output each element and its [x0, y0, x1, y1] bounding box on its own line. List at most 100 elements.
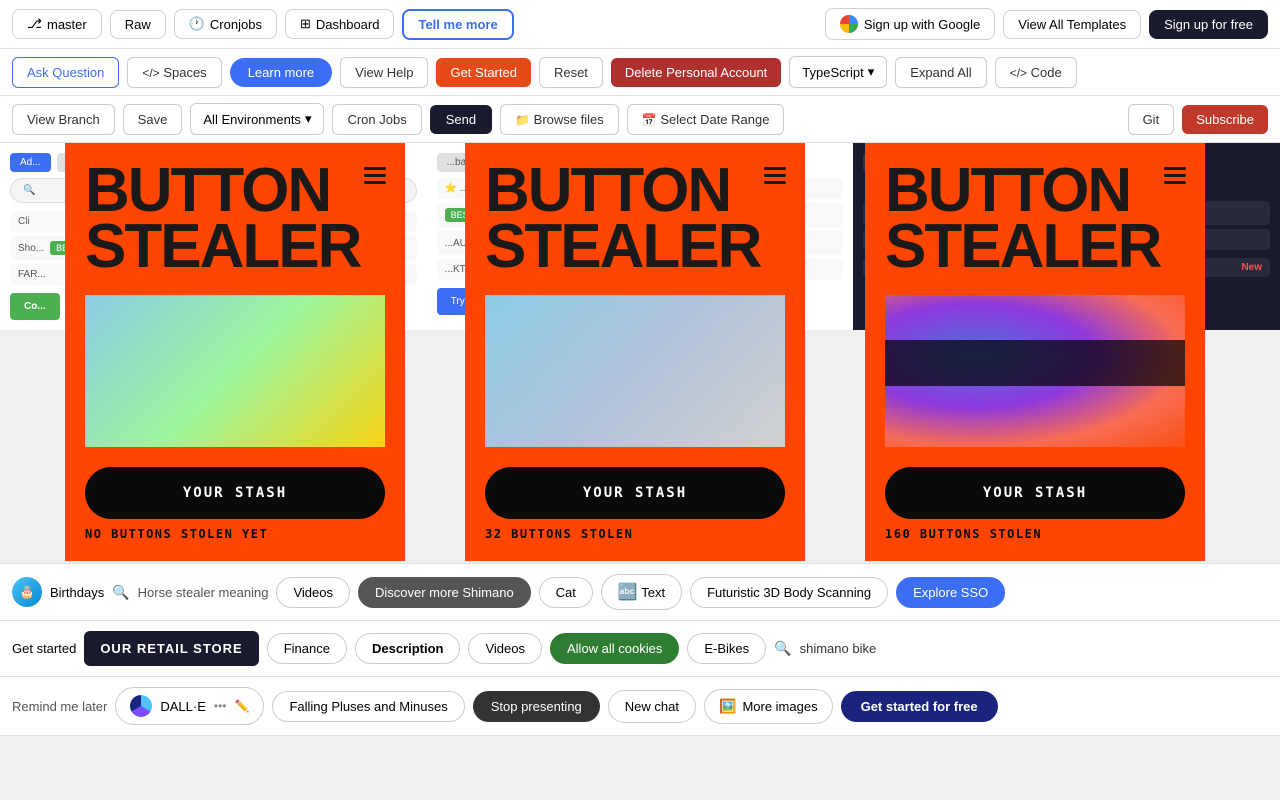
cards-section: Ad... ...templates 🔍 Cli Sho... BEST FAR…: [0, 143, 1280, 563]
code-button[interactable]: </> Code: [995, 57, 1077, 88]
save-button[interactable]: Save: [123, 104, 183, 135]
your-stash-btn-3[interactable]: YOUR STASH: [885, 467, 1185, 519]
stolen-count-3: 160 BUTTONS STOLEN: [885, 527, 1185, 541]
your-stash-btn-2[interactable]: YOUR STASH: [485, 467, 785, 519]
card-title-3: BUTTON STEALER: [885, 163, 1160, 275]
sign-up-google-button[interactable]: Sign up with Google: [825, 8, 995, 40]
stop-presenting-button[interactable]: Stop presenting: [473, 691, 600, 722]
stealer-card-2: BUTTON STEALER YOUR STASH 32 BUTTONS STO…: [465, 143, 805, 561]
bottom-bar-3: Remind me later DALL·E ••• ✏️ Falling Pl…: [0, 677, 1280, 736]
send-button[interactable]: Send: [430, 105, 492, 134]
typescript-label: TypeScript: [802, 65, 863, 80]
learn-more-button[interactable]: Learn more: [230, 58, 332, 87]
select-date-range-button[interactable]: 📅 Select Date Range: [627, 104, 785, 135]
view-help-label: View Help: [355, 65, 413, 80]
view-branch-label: View Branch: [27, 112, 100, 127]
cronjobs-label: Cronjobs: [210, 17, 262, 32]
birthdays-avatar: 🎂: [12, 577, 42, 607]
grid-icon: ⊞: [300, 16, 311, 32]
bg-add-btn: Ad...: [10, 153, 51, 172]
sign-up-free-label: Sign up for free: [1164, 17, 1253, 32]
translate-icon: 🔤: [618, 584, 638, 601]
spaces-button[interactable]: </> Spaces: [127, 57, 221, 88]
ask-question-label: Ask Question: [27, 65, 104, 80]
calendar-icon: 📅: [642, 113, 657, 127]
new-chat-button[interactable]: New chat: [608, 690, 696, 723]
view-help-button[interactable]: View Help: [340, 57, 428, 88]
send-label: Send: [446, 112, 476, 127]
card-image-2: [485, 295, 785, 447]
master-button[interactable]: ⎇ master: [12, 9, 102, 39]
all-environments-label: All Environments: [203, 112, 301, 127]
hamburger-menu-2[interactable]: [760, 163, 790, 188]
expand-all-button[interactable]: Expand All: [895, 57, 986, 88]
tell-me-more-button[interactable]: Tell me more: [402, 9, 513, 40]
ask-question-button[interactable]: Ask Question: [12, 57, 119, 88]
search-text: Horse stealer meaning: [138, 585, 269, 600]
git-button[interactable]: Git: [1128, 104, 1175, 135]
spaces-label: Spaces: [163, 65, 206, 80]
text-btn[interactable]: 🔤 Text: [601, 574, 682, 610]
stolen-count-2: 32 BUTTONS STOLEN: [485, 527, 785, 541]
view-all-templates-label: View All Templates: [1018, 17, 1126, 32]
dall-e-label: DALL·E: [160, 699, 206, 714]
dall-e-box: DALL·E ••• ✏️: [115, 687, 264, 725]
code-brackets-icon: </>: [1010, 66, 1027, 80]
dall-e-avatar: [130, 695, 152, 717]
browse-files-button[interactable]: 📁 Browse files: [500, 104, 619, 135]
delete-account-button[interactable]: Delete Personal Account: [611, 58, 781, 87]
discover-shimano-btn[interactable]: Discover more Shimano: [358, 577, 531, 608]
dashboard-button[interactable]: ⊞ Dashboard: [285, 9, 395, 39]
ebikes-btn[interactable]: E-Bikes: [687, 633, 766, 664]
reset-button[interactable]: Reset: [539, 57, 603, 88]
stealer-card-1: BUTTON STEALER YOUR STASH NO BUTTONS STO…: [65, 143, 405, 561]
cat-btn[interactable]: Cat: [539, 577, 593, 608]
finance-btn[interactable]: Finance: [267, 633, 347, 664]
allow-cookies-btn[interactable]: Allow all cookies: [550, 633, 679, 664]
subscribe-button[interactable]: Subscribe: [1182, 105, 1268, 134]
calendar-icon: 📁: [515, 113, 530, 127]
all-environments-dropdown[interactable]: All Environments ▾: [190, 103, 324, 135]
description-btn[interactable]: Description: [355, 633, 461, 664]
hamburger-menu-1[interactable]: [360, 163, 390, 188]
edit-icon: ✏️: [235, 699, 250, 713]
reset-label: Reset: [554, 65, 588, 80]
videos-btn[interactable]: Videos: [276, 577, 350, 608]
top-bar: ⎇ master Raw 🕐 Cronjobs ⊞ Dashboard Tell…: [0, 0, 1280, 49]
search-icon-2: 🔍: [774, 640, 791, 657]
more-images-button[interactable]: 🖼️ More images: [704, 689, 833, 724]
view-all-templates-button[interactable]: View All Templates: [1003, 10, 1141, 39]
cron-jobs-label: Cron Jobs: [347, 112, 406, 127]
card-header-3: BUTTON STEALER: [885, 163, 1185, 275]
second-bar: Ask Question </> Spaces Learn more View …: [0, 49, 1280, 96]
videos-btn-2[interactable]: Videos: [468, 633, 542, 664]
raw-button[interactable]: Raw: [110, 10, 166, 39]
hamburger-menu-3[interactable]: [1160, 163, 1190, 188]
card-header-1: BUTTON STEALER: [85, 163, 385, 275]
card-image-3: [885, 295, 1185, 447]
futuristic-btn[interactable]: Futuristic 3D Body Scanning: [690, 577, 888, 608]
card-header-2: BUTTON STEALER: [485, 163, 785, 275]
get-started-text: Get started: [12, 641, 76, 656]
explore-sso-btn[interactable]: Explore SSO: [896, 577, 1005, 608]
retail-store-box: OUR RETAIL STORE: [84, 631, 258, 666]
tell-me-more-label: Tell me more: [418, 17, 497, 32]
stolen-count-1: NO BUTTONS STOLEN YET: [85, 527, 385, 541]
get-started-button[interactable]: Get Started: [436, 58, 530, 87]
get-started-label: Get Started: [450, 65, 516, 80]
bottom-bar-2: Get started OUR RETAIL STORE Finance Des…: [0, 621, 1280, 677]
view-branch-button[interactable]: View Branch: [12, 104, 115, 135]
card-title-2: BUTTON STEALER: [485, 163, 760, 275]
cron-jobs-button[interactable]: Cron Jobs: [332, 104, 421, 135]
typescript-dropdown[interactable]: TypeScript ▾: [789, 56, 887, 88]
falling-pluses-btn[interactable]: Falling Pluses and Minuses: [272, 691, 464, 722]
raw-label: Raw: [125, 17, 151, 32]
google-icon: [840, 15, 858, 33]
get-started-free-button[interactable]: Get started for free: [841, 691, 998, 722]
expand-all-label: Expand All: [910, 65, 971, 80]
cronjobs-button[interactable]: 🕐 Cronjobs: [174, 9, 277, 39]
sign-up-free-button[interactable]: Sign up for free: [1149, 10, 1268, 39]
card-title-1: BUTTON STEALER: [85, 163, 360, 275]
your-stash-btn-1[interactable]: YOUR STASH: [85, 467, 385, 519]
delete-account-label: Delete Personal Account: [625, 65, 767, 80]
